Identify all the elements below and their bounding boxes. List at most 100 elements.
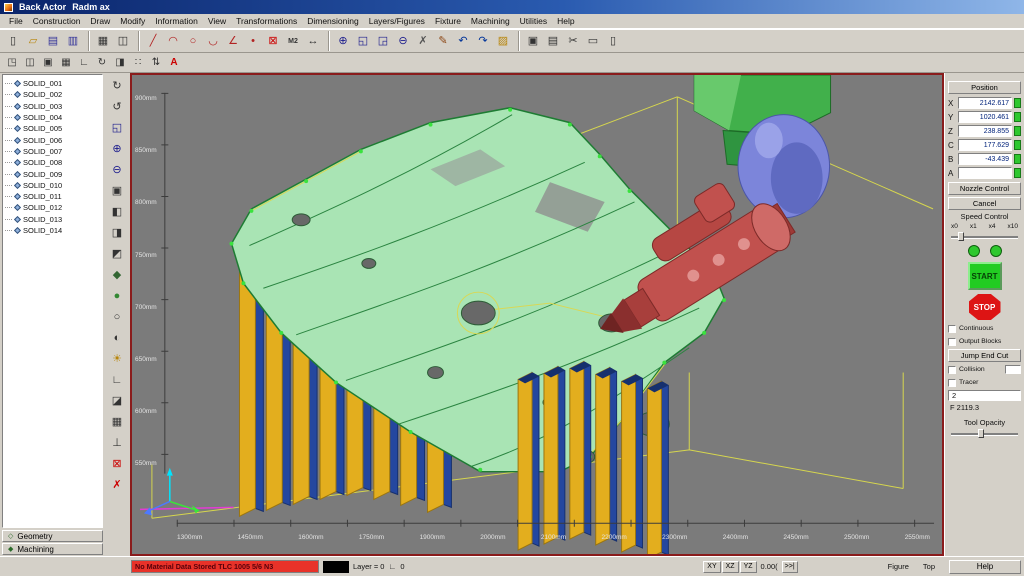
tree-item-solid[interactable]: SOLID_014 [5,225,100,236]
delete-mesh-icon[interactable]: ⊠ [263,31,283,51]
menu-item[interactable]: Machining [466,15,515,27]
mirror-icon[interactable]: ◨ [111,54,129,71]
axis-value-field[interactable]: 238.855 [958,125,1012,137]
position-header[interactable]: Position [948,81,1021,94]
title-bar[interactable]: Back Actor Radm ax [0,0,1024,14]
tree-item-solid[interactable]: SOLID_004 [5,112,100,123]
tree-item-solid[interactable]: SOLID_003 [5,101,100,112]
measure-icon[interactable]: ∟ [107,370,127,390]
menu-item[interactable]: Construction [28,15,86,27]
menu-item[interactable]: Information [150,15,203,27]
menu-item[interactable]: Layers/Figures [364,15,430,27]
menu-item[interactable]: Modify [115,15,150,27]
menu-item[interactable]: View [203,15,231,27]
line-icon[interactable]: ╱ [143,31,163,51]
arc-icon[interactable]: ◠ [163,31,183,51]
section-icon[interactable]: ◪ [107,391,127,411]
tree-item-solid[interactable]: SOLID_008 [5,157,100,168]
point-icon[interactable]: • [243,31,263,51]
tree-item-solid[interactable]: SOLID_007 [5,146,100,157]
collision-checkbox[interactable] [948,366,956,374]
zoom-out-icon[interactable]: ⊖ [393,31,413,51]
cut-icon[interactable]: ✂ [563,31,583,51]
axis-value-field[interactable]: -43.439 [958,153,1012,165]
jog-forward-button[interactable] [990,245,1002,257]
tree-item-solid[interactable]: SOLID_013 [5,214,100,225]
print-icon[interactable]: ▦ [93,31,113,51]
wireframe-view-icon[interactable]: ○ [107,307,127,327]
viewport-3d[interactable]: 900mm850mm800mm750mm700mm650mm600mm550mm… [130,73,944,556]
output-blocks-option[interactable]: Output Blocks [948,336,1021,347]
m2-scale-icon[interactable]: M2 [283,31,303,51]
zoom-in-icon[interactable]: ⊕ [333,31,353,51]
step-value-field[interactable]: 2 [948,390,1021,401]
iso-view-icon[interactable]: ◆ [107,265,127,285]
zoom-out-icon[interactable]: ⊖ [107,160,127,180]
plane-button[interactable]: XY [703,561,720,573]
continuous-option[interactable]: Continuous [948,323,1021,334]
menu-item[interactable]: Dimensioning [302,15,364,27]
snap-grid-icon[interactable]: ▦ [57,54,75,71]
save-all-icon[interactable]: ▥ [63,31,83,51]
undo-icon[interactable]: ↶ [453,31,473,51]
nozzle-control-button[interactable]: Nozzle Control [948,182,1021,195]
dimension-icon[interactable]: ↔ [303,31,323,51]
hide-solid-icon[interactable]: ⊠ [107,454,127,474]
tree-item-solid[interactable]: SOLID_005 [5,123,100,134]
menu-item[interactable]: Help [552,15,579,27]
menu-item[interactable]: Fixture [430,15,466,27]
cancel-button[interactable]: Cancel [948,197,1021,210]
tree-item-solid[interactable]: SOLID_001 [5,78,100,89]
tab-machining[interactable]: ◆ Machining [2,543,103,555]
tool-opacity-slider[interactable] [948,429,1021,438]
tree-item-solid[interactable]: SOLID_002 [5,89,100,100]
grid-icon[interactable]: ▦ [107,412,127,432]
print-preview-icon[interactable]: ◫ [113,31,133,51]
spin-view-icon[interactable]: ↺ [107,97,127,117]
fit-all-icon[interactable]: ▣ [107,181,127,201]
tree-item-solid[interactable]: SOLID_009 [5,168,100,179]
trash-icon[interactable]: ▯ [603,31,623,51]
zoom-rect-icon[interactable]: ◱ [107,118,127,138]
axes-icon[interactable]: ⊥ [107,433,127,453]
menu-item[interactable]: Transformations [231,15,302,27]
fit-window-icon[interactable]: ◳ [3,54,21,71]
output-blocks-checkbox[interactable] [948,338,956,346]
tracer-checkbox[interactable] [948,379,956,387]
plane-button[interactable]: YZ [740,561,757,573]
delete-view-icon[interactable]: ✗ [107,475,127,495]
tree-item-solid[interactable]: SOLID_006 [5,134,100,145]
tab-geometry[interactable]: ◇ Geometry [2,530,103,542]
start-button[interactable]: START [968,262,1002,290]
speed-slider[interactable] [948,232,1021,241]
axis-value-field[interactable]: 177.629 [958,139,1012,151]
top-view-icon[interactable]: ◩ [107,244,127,264]
font-icon[interactable]: A [165,54,183,71]
axis-value-field[interactable]: 2142.617 [958,97,1012,109]
side-view-icon[interactable]: ◨ [107,223,127,243]
zoom-window-icon[interactable]: ◱ [353,31,373,51]
slider-thumb[interactable] [958,232,964,241]
light-icon[interactable]: ☀ [107,349,127,369]
tree-item-solid[interactable]: SOLID_011 [5,191,100,202]
shaded-view-icon[interactable]: ● [107,286,127,306]
save-file-icon[interactable]: ▤ [43,31,63,51]
help-button[interactable]: Help [949,560,1021,574]
angle-icon[interactable]: ∠ [223,31,243,51]
menu-item[interactable]: Draw [85,15,115,27]
rotate-icon[interactable]: ↻ [93,54,111,71]
menu-item[interactable]: File [4,15,28,27]
axis-value-field[interactable] [958,167,1012,179]
array-icon[interactable]: ∷ [129,54,147,71]
menu-item[interactable]: Utilities [515,15,552,27]
expand-button[interactable]: >>| [782,561,798,573]
rotate-view-icon[interactable]: ↻ [107,76,127,96]
copy-icon[interactable]: ▣ [523,31,543,51]
solids-tree[interactable]: SOLID_001 SOLID_002 SOLID_003 SOLID_004 [2,74,103,528]
circle-icon[interactable]: ○ [183,31,203,51]
ortho-icon[interactable]: ∟ [75,54,93,71]
scale-icon[interactable]: ⇅ [147,54,165,71]
jump-end-cut-button[interactable]: Jump End Cut [948,349,1021,362]
open-file-icon[interactable]: ▱ [23,31,43,51]
arc-3pt-icon[interactable]: ◡ [203,31,223,51]
